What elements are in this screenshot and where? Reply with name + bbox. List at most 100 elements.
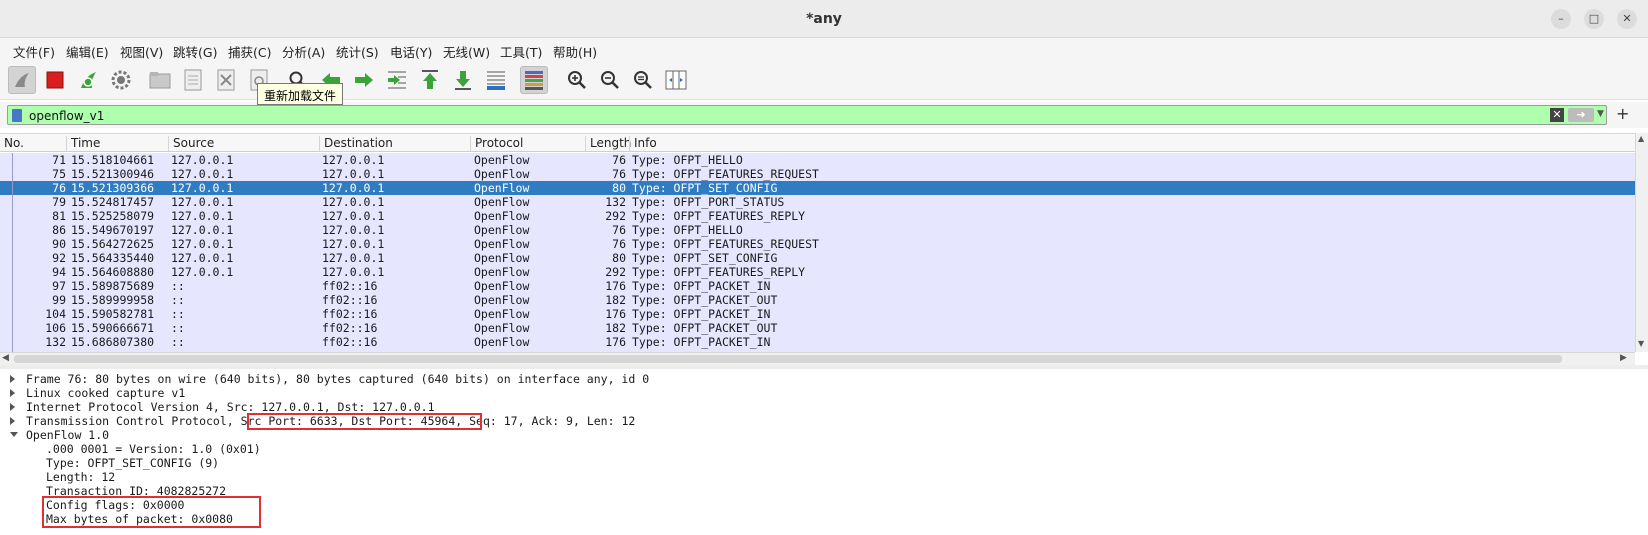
zoom-reset-icon (634, 71, 652, 89)
restart-capture-button[interactable] (74, 66, 102, 94)
bookmark-icon[interactable] (12, 109, 22, 122)
window-title: *any (806, 11, 842, 27)
packet-row[interactable]: 106 15.590666671:: ff02::16 OpenFlow 182 Type… (0, 321, 1635, 335)
packet-row[interactable]: 132 15.686807380:: ff02::16 OpenFlow 176 Type… (0, 335, 1635, 349)
normal-size-button[interactable] (629, 66, 657, 94)
save-file-button[interactable] (179, 66, 207, 94)
detail-openflow[interactable]: OpenFlow 1.0 (26, 428, 109, 442)
restart-icon (81, 72, 96, 88)
tcp-suffix: Seq: 17, Ack: 9, Len: 12 (462, 414, 636, 428)
packet-row[interactable]: 90 15.564272625 127.0.0.1 127.0.0.1 OpenFlow… (0, 237, 1635, 251)
zoom-out-button[interactable] (596, 66, 624, 94)
scroll-down-icon[interactable]: ▼ (1638, 339, 1644, 348)
collapse-arrow-icon[interactable] (10, 432, 18, 437)
scroll-right-icon[interactable]: ▶ (1620, 353, 1627, 363)
add-filter-button[interactable]: + (1616, 104, 1629, 123)
folder-icon (149, 72, 171, 89)
packet-row-selected[interactable]: 76 15.521309366 127.0.0.1 127.0.0.1 OpenFlow… (0, 181, 1635, 195)
zoom-in-icon (568, 71, 586, 89)
expand-arrow-icon[interactable] (10, 375, 15, 383)
display-filter-bar: openflow_v1 ✕ ➜ ▼ + (0, 102, 1648, 128)
packet-row[interactable]: 97 15.589875689:: ff02::16 OpenFlow 176 Type:… (0, 279, 1635, 293)
packet-row[interactable]: 94 15.564608880 127.0.0.1 127.0.0.1 OpenFlow… (0, 265, 1635, 279)
resize-columns-icon (665, 70, 687, 90)
packet-list[interactable]: 71 15.518104661 127.0.0.1 127.0.0.1 OpenFlow… (0, 153, 1635, 352)
chevron-down-icon[interactable]: ▼ (1597, 109, 1604, 119)
display-filter-input[interactable]: openflow_v1 ✕ ➜ ▼ (7, 105, 1607, 125)
menu-statistics[interactable]: 统计(S) (336, 42, 379, 61)
stop-capture-button[interactable] (41, 66, 69, 94)
highlight-box-ports (247, 413, 482, 430)
first-packet-button[interactable] (416, 66, 444, 94)
column-source[interactable]: Source (168, 136, 214, 151)
packet-list-vertical-scrollbar[interactable]: ▲ ▼ (1635, 133, 1648, 352)
packet-row[interactable]: 104 15.590582781:: ff02::16 OpenFlow 176 Type… (0, 307, 1635, 321)
close-file-button[interactable] (212, 66, 240, 94)
arrow-right-icon (355, 73, 373, 87)
expand-arrow-icon[interactable] (10, 417, 15, 425)
gear-icon (111, 70, 131, 90)
expand-arrow-icon[interactable] (10, 403, 15, 411)
detail-field-type[interactable]: Type: OFPT_SET_CONFIG (9) (46, 456, 219, 470)
display-filter-value: openflow_v1 (29, 109, 105, 123)
menu-tools[interactable]: 工具(T) (500, 42, 542, 61)
highlight-box-config (42, 496, 261, 528)
menu-analyze[interactable]: 分析(A) (282, 42, 325, 61)
packet-row[interactable]: 92 15.564335440 127.0.0.1 127.0.0.1 OpenFlow… (0, 251, 1635, 265)
arrow-down-icon (455, 71, 471, 90)
column-time[interactable]: Time (66, 136, 100, 151)
close-button[interactable]: ✕ (1617, 9, 1637, 29)
go-to-packet-button[interactable] (383, 66, 411, 94)
detail-ip[interactable]: Internet Protocol Version 4, Src: 127.0.… (26, 400, 435, 414)
scroll-thumb[interactable] (14, 355, 1562, 363)
detail-linux-cooked[interactable]: Linux cooked capture v1 (26, 386, 185, 400)
zoom-in-button[interactable] (563, 66, 591, 94)
tcp-prefix: Transmission Control Protocol, (26, 414, 241, 428)
menu-help[interactable]: 帮助(H) (553, 42, 597, 61)
detail-frame[interactable]: Frame 76: 80 bytes on wire (640 bits), 8… (26, 372, 649, 386)
packet-row[interactable]: 79 15.524817457 127.0.0.1 127.0.0.1 OpenFlow… (0, 195, 1635, 209)
detail-field-length[interactable]: Length: 12 (46, 470, 115, 484)
menu-wireless[interactable]: 无线(W) (443, 42, 490, 61)
colorize-button[interactable] (520, 66, 548, 94)
menu-capture[interactable]: 捕获(C) (228, 42, 271, 61)
menu-go[interactable]: 跳转(G) (173, 42, 217, 61)
column-protocol[interactable]: Protocol (470, 136, 523, 151)
column-destination[interactable]: Destination (319, 136, 393, 151)
open-file-button[interactable] (146, 66, 174, 94)
pane-splitter[interactable] (0, 365, 1648, 369)
packet-row[interactable]: 99 15.589999958:: ff02::16 OpenFlow 182 Type:… (0, 293, 1635, 307)
packet-row[interactable]: 86 15.549670197 127.0.0.1 127.0.0.1 OpenFlow… (0, 223, 1635, 237)
last-packet-button[interactable] (449, 66, 477, 94)
menu-file[interactable]: 文件(F) (13, 42, 55, 61)
menu-edit[interactable]: 编辑(E) (66, 42, 109, 61)
packet-row[interactable]: 75 15.521300946 127.0.0.1 127.0.0.1 OpenFlow… (0, 167, 1635, 181)
clear-filter-icon[interactable]: ✕ (1550, 108, 1564, 122)
autoscroll-button[interactable] (482, 66, 510, 94)
start-capture-button[interactable] (8, 66, 36, 94)
packet-row[interactable]: 71 15.518104661 127.0.0.1 127.0.0.1 OpenFlow… (0, 153, 1635, 167)
stop-icon (46, 71, 64, 89)
maximize-button[interactable]: □ (1584, 9, 1604, 29)
menu-telephony[interactable]: 电话(Y) (390, 42, 432, 61)
scroll-left-icon[interactable]: ◀ (2, 353, 9, 363)
go-forward-button[interactable] (350, 66, 378, 94)
packet-row[interactable]: 81 15.525258079 127.0.0.1 127.0.0.1 OpenFlow… (0, 209, 1635, 223)
resize-columns-button[interactable] (662, 66, 690, 94)
apply-filter-button[interactable]: ➜ (1568, 108, 1594, 122)
column-no[interactable]: No. (0, 136, 24, 151)
column-length[interactable]: Length (585, 136, 631, 151)
menu-view[interactable]: 视图(V) (120, 42, 163, 61)
file-icon (184, 69, 202, 91)
minimize-button[interactable]: – (1551, 9, 1571, 29)
column-info[interactable]: Info (629, 136, 657, 151)
capture-options-button[interactable] (107, 66, 135, 94)
packet-list-header: No. Time Source Destination Protocol Len… (0, 133, 1635, 152)
reload-tooltip: 重新加载文件 (257, 83, 344, 105)
detail-field-version[interactable]: .000 0001 = Version: 1.0 (0x01) (46, 442, 261, 456)
packet-list-horizontal-scrollbar[interactable]: ◀ ▶ (0, 352, 1635, 365)
menu-bar: 文件(F) 编辑(E) 视图(V) 跳转(G) 捕获(C) 分析(A) 统计(S… (0, 38, 1648, 62)
autoscroll-icon (487, 71, 505, 90)
expand-arrow-icon[interactable] (10, 389, 15, 397)
scroll-up-icon[interactable]: ▲ (1638, 134, 1644, 143)
